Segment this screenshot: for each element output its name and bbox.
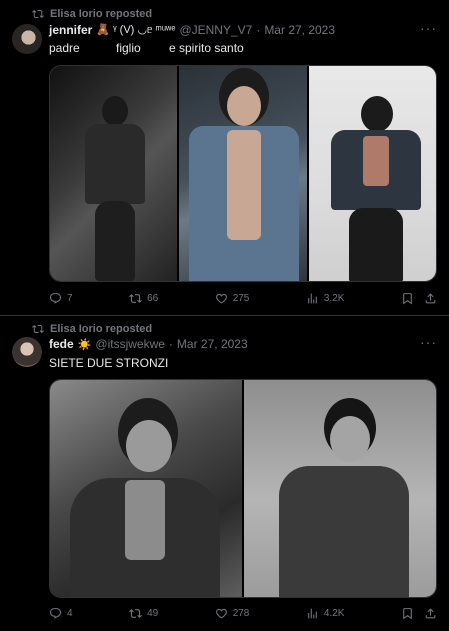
media-photo[interactable]	[179, 66, 307, 281]
views-count: 3.2K	[323, 293, 345, 304]
like-count: 275	[232, 293, 250, 304]
separator-dot: ·	[168, 337, 173, 351]
share-icon	[425, 608, 436, 619]
retweet-count: 66	[147, 293, 159, 304]
reply-button[interactable]: 7	[49, 292, 73, 305]
bookmark-button[interactable]	[401, 607, 414, 620]
more-icon[interactable]: ···	[420, 334, 437, 350]
tweet-actions: 7 66 275 3.2K	[49, 292, 437, 305]
reply-count: 7	[67, 293, 73, 304]
avatar[interactable]	[12, 24, 42, 54]
repost-indicator: Elisa Iorio reposted	[32, 323, 152, 335]
share-button[interactable]	[424, 607, 437, 620]
tweet-media[interactable]	[49, 65, 437, 282]
avatar[interactable]	[12, 337, 42, 367]
views-button[interactable]: 3.2K	[306, 292, 345, 305]
display-name[interactable]: fede	[49, 337, 74, 351]
more-icon[interactable]: ···	[420, 20, 437, 36]
reply-icon	[49, 608, 62, 619]
user-handle[interactable]: @JENNY_V7	[179, 23, 252, 37]
tweet-text-part: figlio	[116, 41, 141, 55]
tweet[interactable]: Elisa Iorio reposted jennifer 🧸 ᵞ (V) ◡ᥱ…	[0, 0, 449, 316]
views-count: 4.2K	[323, 608, 345, 619]
tweet-date[interactable]: Mar 27, 2023	[177, 337, 248, 351]
display-name[interactable]: jennifer	[49, 23, 92, 37]
like-button[interactable]: 278	[215, 607, 250, 620]
retweet-count: 49	[147, 608, 159, 619]
bookmark-icon	[403, 293, 412, 305]
display-name-emoji: ☀️	[77, 338, 92, 351]
reply-icon	[49, 293, 62, 304]
bookmark-button[interactable]	[401, 292, 414, 305]
user-handle[interactable]: @itssjwekwe	[95, 337, 165, 351]
repost-label: Elisa Iorio reposted	[50, 323, 153, 335]
repost-icon	[32, 9, 44, 19]
repost-indicator: Elisa Iorio reposted	[32, 8, 152, 20]
like-icon	[215, 293, 227, 304]
retweet-icon	[129, 609, 143, 618]
views-icon	[308, 293, 317, 304]
tweet-date[interactable]: Mar 27, 2023	[264, 23, 335, 37]
like-count: 278	[232, 608, 250, 619]
reply-count: 4	[67, 608, 73, 619]
tweet-text: SIETE DUE STRONZI	[49, 356, 169, 370]
tweet-secondary-actions	[401, 607, 437, 620]
like-button[interactable]: 275	[215, 292, 250, 305]
tweet-secondary-actions	[401, 292, 437, 305]
tweet-actions: 4 49 278 4.2K	[49, 607, 437, 620]
retweet-button[interactable]: 66	[129, 292, 158, 305]
like-icon	[215, 608, 227, 619]
display-name-emoji: 🧸 ᵞ (V) ◡ᥱ ᵐᵘʷᵉ	[96, 24, 176, 36]
retweet-icon	[129, 294, 143, 303]
tweet-text-part: e spirito santo	[169, 41, 244, 55]
reply-button[interactable]: 4	[49, 607, 73, 620]
views-icon	[308, 608, 317, 619]
views-button[interactable]: 4.2K	[306, 607, 345, 620]
repost-label: Elisa Iorio reposted	[50, 8, 153, 20]
retweet-button[interactable]: 49	[129, 607, 158, 620]
repost-icon	[32, 324, 44, 334]
media-photo[interactable]	[50, 66, 178, 281]
media-photo[interactable]	[308, 66, 436, 281]
tweet-header: fede ☀️ @itssjwekwe · Mar 27, 2023	[49, 337, 248, 351]
share-icon	[425, 293, 436, 304]
tweet-media[interactable]	[49, 379, 437, 598]
tweet-text-part: padre	[49, 41, 80, 55]
media-photo[interactable]	[244, 380, 436, 597]
bookmark-icon	[403, 608, 412, 620]
share-button[interactable]	[424, 292, 437, 305]
media-photo[interactable]	[50, 380, 242, 597]
separator-dot: ·	[256, 23, 261, 37]
tweet-header: jennifer 🧸 ᵞ (V) ◡ᥱ ᵐᵘʷᵉ @JENNY_V7 · Mar…	[49, 23, 335, 37]
